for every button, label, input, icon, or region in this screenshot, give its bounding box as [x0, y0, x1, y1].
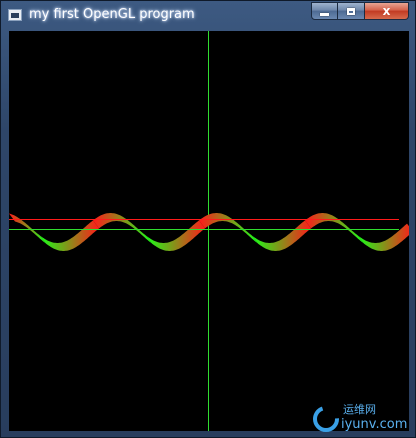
close-button[interactable]: x: [365, 2, 409, 20]
opengl-canvas[interactable]: [9, 31, 409, 431]
wave-segment: [93, 213, 152, 244]
app-window: my first OpenGL program x 运维网 iyunv.com: [0, 0, 416, 438]
app-window-icon: [8, 9, 22, 21]
wave-segment: [146, 220, 205, 251]
wave-segment: [199, 213, 258, 244]
render-surface: [9, 31, 409, 431]
wave-segment: [9, 213, 46, 244]
site-watermark: 运维网 iyunv.com: [313, 403, 407, 432]
wave-segment: [305, 213, 364, 244]
watermark-logo-icon: [313, 406, 339, 432]
watermark-cn: 运维网: [343, 403, 376, 416]
wave-segment: [40, 220, 99, 251]
caption-buttons: x: [311, 2, 409, 20]
minimize-button[interactable]: [311, 2, 338, 20]
watermark-site: iyunv.com: [341, 417, 407, 432]
maximize-button[interactable]: [338, 2, 365, 20]
minimize-icon: [320, 12, 329, 16]
close-icon: x: [382, 4, 391, 18]
maximize-icon: [347, 7, 355, 15]
wave-segment: [358, 223, 409, 251]
wave-segment: [252, 220, 311, 251]
window-title: my first OpenGL program: [29, 7, 195, 22]
title-bar[interactable]: my first OpenGL program x: [1, 1, 415, 31]
